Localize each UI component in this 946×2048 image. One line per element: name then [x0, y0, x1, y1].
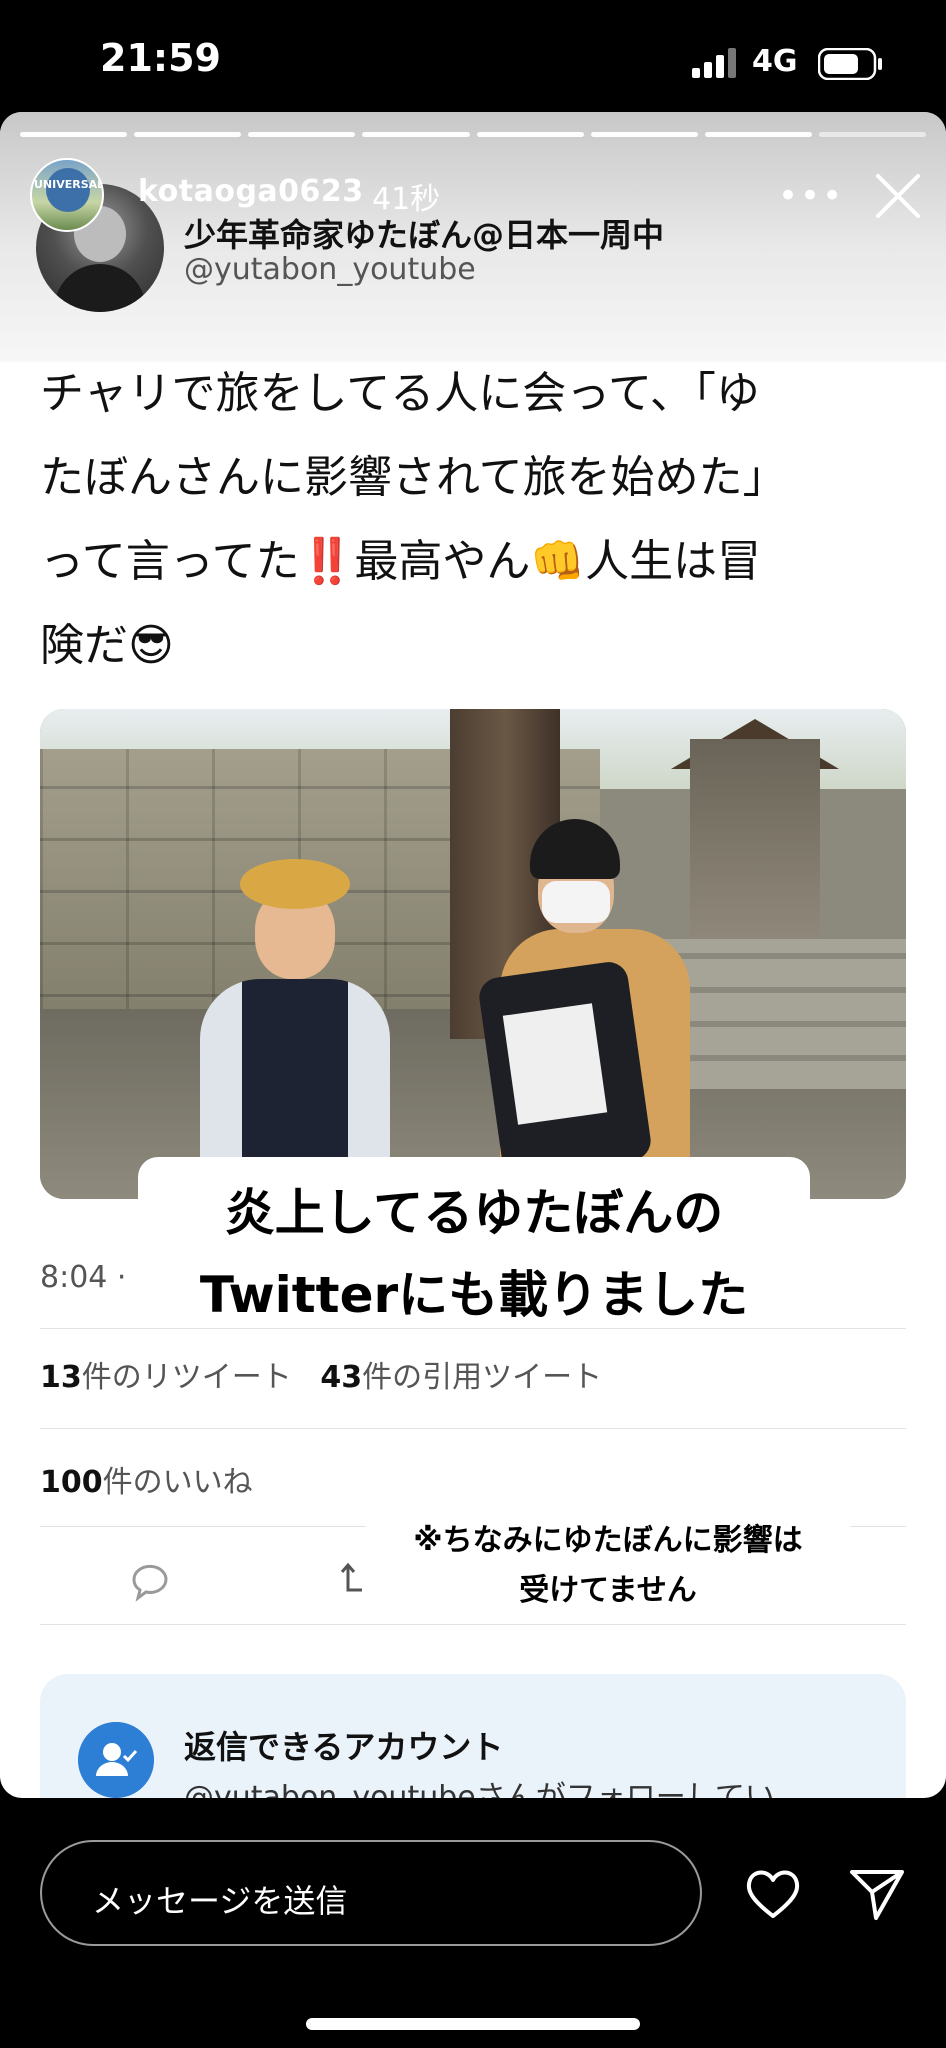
retweet-label: 件のリツイート — [81, 1360, 292, 1395]
divider — [40, 1428, 906, 1429]
progress-segment — [134, 132, 242, 137]
tweet-timestamp: 8:04 · — [40, 1260, 127, 1295]
signal-icon — [692, 48, 736, 78]
reply-box-title: 返信できるアカウント — [184, 1728, 504, 1766]
reply-restriction-box: 返信できるアカウント @yutabon_youtubeさんがフォローしてい — [40, 1674, 906, 1798]
carrier-label: 4G — [752, 44, 798, 79]
tweet-text-line: 険だ😎 — [40, 620, 174, 671]
home-indicator — [306, 2018, 640, 2030]
message-placeholder: メッセージを送信 — [92, 1882, 348, 1920]
tweet-handle[interactable]: @yutabon_youtube — [184, 252, 476, 287]
tweet-text-line: って言ってた‼️最高やん👊人生は冒 — [40, 536, 762, 587]
progress-segment — [818, 132, 926, 137]
message-input[interactable]: メッセージを送信 — [40, 1840, 702, 1946]
progress-segment — [362, 132, 470, 137]
caption-line: 炎上してるゆたぼんの — [224, 1184, 724, 1242]
reply-icon[interactable] — [122, 1552, 178, 1608]
progress-segment — [20, 132, 128, 137]
progress-segment — [476, 132, 584, 137]
tweet-text: チャリで旅をしてる人に会って、「ゆ たぼんさんに影響されて旅を始めた」 って言っ… — [40, 352, 906, 688]
divider — [40, 1328, 906, 1329]
status-time: 21:59 — [100, 36, 221, 80]
progress-segment — [248, 132, 356, 137]
story-username[interactable]: kotaoga0623 — [138, 174, 364, 209]
note-line: ※ちなみにゆたぼんに影響は — [413, 1523, 803, 1558]
user-check-icon — [78, 1722, 154, 1798]
story-time-ago: 41秒 — [372, 182, 441, 217]
divider — [40, 1624, 906, 1625]
caption-line: Twitterにも載りました — [199, 1266, 749, 1324]
story-viewer[interactable]: 少年革命家ゆたぼん@日本一周中 @yutabon_youtube UNIVERS… — [0, 112, 946, 1798]
tweet-text-line: チャリで旅をしてる人に会って、「ゆ — [40, 368, 760, 419]
tweet-stats-retweets[interactable]: 13件のリツイート 43件の引用ツイート — [40, 1352, 602, 1396]
progress-segment — [590, 132, 698, 137]
tweet-text-line: たぼんさんに影響されて旅を始めた」 — [40, 452, 787, 503]
retweet-count: 13 — [40, 1360, 82, 1395]
story-user-avatar[interactable]: UNIVERSAL — [30, 158, 104, 232]
story-caption: 炎上してるゆたぼんの Twitterにも載りました — [138, 1172, 810, 1336]
heart-icon[interactable] — [742, 1862, 804, 1924]
quote-count: 43 — [320, 1360, 363, 1395]
like-label: 件のいいね — [102, 1465, 253, 1500]
status-bar: 21:59 4G — [0, 0, 946, 120]
note-line: 受けてません — [519, 1573, 697, 1608]
progress-segment — [704, 132, 812, 137]
close-icon[interactable] — [872, 170, 924, 222]
send-icon[interactable] — [846, 1862, 908, 1924]
quote-label: 件の引用ツイート — [362, 1360, 603, 1395]
story-progress — [20, 132, 926, 137]
story-note: ※ちなみにゆたぼんに影響は 受けてません — [366, 1516, 850, 1616]
more-dots-icon[interactable]: ••• — [778, 176, 844, 216]
battery-icon — [818, 48, 882, 80]
like-count: 100 — [40, 1465, 103, 1500]
reply-box-subtitle: @yutabon_youtubeさんがフォローしてい — [184, 1780, 775, 1798]
tweet-photo[interactable] — [40, 709, 906, 1199]
tweet-stats-likes[interactable]: 100件のいいね — [40, 1457, 253, 1501]
